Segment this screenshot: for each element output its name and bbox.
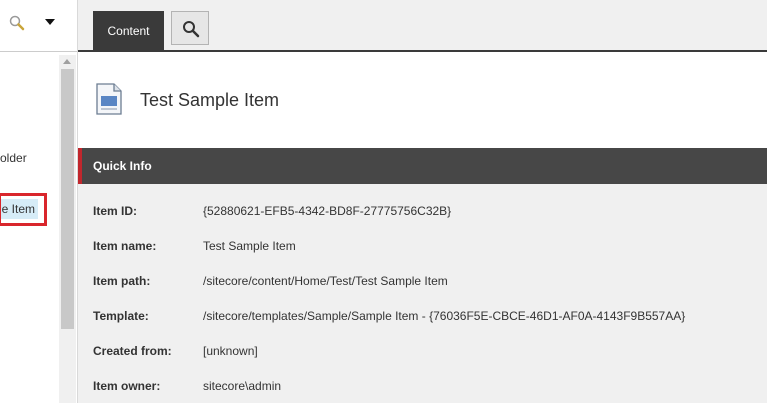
tree-item-folder[interactable]: older [0,151,27,165]
content-editor: Test Sample Item Quick Info Item ID: {52… [78,52,767,403]
item-header: Test Sample Item [78,52,767,148]
tab-search[interactable] [171,11,209,45]
tree-toolbar [0,0,77,52]
editor-tab-bar: Content [78,0,767,52]
selection-highlight-box [0,193,47,226]
search-icon [183,21,200,38]
section-title: Quick Info [93,159,152,173]
document-icon [95,83,123,118]
quick-info-section-header[interactable]: Quick Info [78,148,767,184]
info-label: Item owner: [93,379,161,393]
content-tree-panel: older e Item [0,0,78,403]
scrollbar-thumb[interactable] [61,69,74,329]
item-title: Test Sample Item [140,90,280,110]
template-link[interactable]: /sitecore/templates/Sample/Sample Item -… [203,309,685,323]
info-value: {52880621-EFB5-4342-BD8F-27775756C32B} [203,204,452,218]
scroll-up-arrow-icon[interactable] [63,59,71,64]
info-value: /sitecore/content/Home/Test/Test Sample … [203,274,448,288]
info-label: Item ID: [93,204,138,218]
info-label: Template: [93,309,149,323]
tab-content[interactable]: Content [93,11,164,51]
info-value: Test Sample Item [203,239,296,253]
info-label: Item path: [93,274,151,288]
dropdown-caret-icon[interactable] [45,19,55,25]
info-label: Item name: [93,239,157,253]
search-icon[interactable] [8,14,26,32]
tree-scrollbar[interactable] [59,55,76,403]
info-label: Created from: [93,344,172,358]
info-value: sitecore\admin [203,379,282,393]
info-value: [unknown] [203,344,258,358]
